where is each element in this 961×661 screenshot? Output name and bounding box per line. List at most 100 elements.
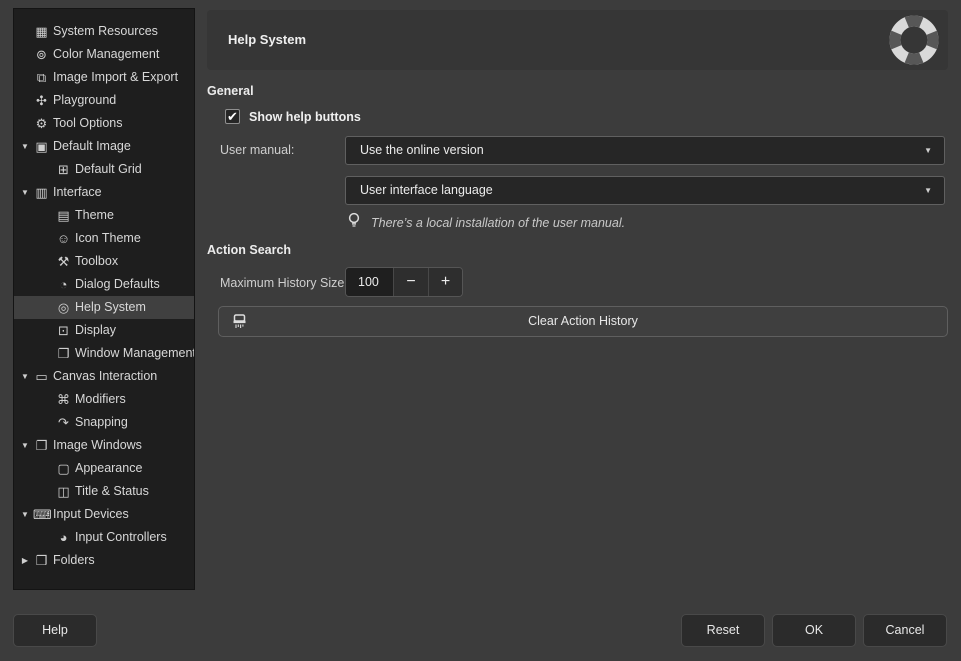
- expander-expanded-icon[interactable]: ▼: [17, 135, 33, 158]
- max-history-size-input[interactable]: 100: [346, 268, 393, 296]
- sidebar-item-label: Folders: [53, 549, 95, 572]
- sidebar-item-canvas-interaction[interactable]: ▼▭Canvas Interaction: [14, 365, 194, 388]
- sidebar-item-window-management[interactable]: ❐Window Management: [14, 342, 194, 365]
- manual-tip-text: There’s a local installation of the user…: [371, 216, 625, 230]
- shredder-icon: [231, 313, 248, 342]
- expander-expanded-icon[interactable]: ▼: [17, 181, 33, 204]
- sidebar-item-label: Color Management: [53, 43, 159, 66]
- sidebar-item-toolbox[interactable]: ⚒Toolbox: [14, 250, 194, 273]
- show-help-buttons-label: Show help buttons: [249, 110, 361, 124]
- sidebar-item-display[interactable]: ⊡Display: [14, 319, 194, 342]
- sidebar-item-label: Image Import & Export: [53, 66, 178, 89]
- sidebar-item-label: Window Management: [75, 342, 195, 365]
- page-title: Help System: [228, 32, 306, 47]
- default-grid-icon: ⊞: [55, 158, 72, 181]
- sidebar-item-dialog-defaults[interactable]: ◔Dialog Defaults: [14, 273, 194, 296]
- expander-collapsed-icon[interactable]: ▶: [17, 549, 33, 572]
- sidebar-item-appearance[interactable]: ▢Appearance: [14, 457, 194, 480]
- ok-button[interactable]: OK: [772, 614, 856, 647]
- system-resources-icon: ▦: [33, 20, 50, 43]
- show-help-buttons-row: ✔ Show help buttons: [225, 109, 361, 124]
- action-search-section-heading: Action Search: [207, 243, 291, 257]
- general-section-heading: General: [207, 84, 254, 98]
- sidebar-item-default-image[interactable]: ▼▣Default Image: [14, 135, 194, 158]
- expander-expanded-icon[interactable]: ▼: [17, 365, 33, 388]
- clear-action-history-button[interactable]: Clear Action History: [218, 306, 948, 337]
- sidebar-item-color-management[interactable]: ⊚Color Management: [14, 43, 194, 66]
- reset-button[interactable]: Reset: [681, 614, 765, 647]
- folders-icon: ❒: [33, 549, 50, 572]
- sidebar-item-folders[interactable]: ▶❒Folders: [14, 549, 194, 572]
- title-status-icon: ◫: [55, 480, 72, 503]
- sidebar-item-label: Icon Theme: [75, 227, 141, 250]
- sidebar-item-image-windows[interactable]: ▼❐Image Windows: [14, 434, 194, 457]
- sidebar-item-label: Display: [75, 319, 116, 342]
- interface-icon: ▥: [33, 181, 50, 204]
- window-management-icon: ❐: [55, 342, 72, 365]
- sidebar-item-label: Snapping: [75, 411, 128, 434]
- sidebar-item-label: Canvas Interaction: [53, 365, 157, 388]
- input-controllers-icon: ◕: [55, 526, 72, 549]
- image-windows-icon: ❐: [33, 434, 50, 457]
- manual-language-value: User interface language: [360, 183, 493, 197]
- checkmark-icon: ✔: [227, 109, 238, 124]
- sidebar-item-label: System Resources: [53, 20, 158, 43]
- sidebar-item-input-devices[interactable]: ▼⌨Input Devices: [14, 503, 194, 526]
- increment-button[interactable]: +: [428, 268, 462, 296]
- sidebar-item-label: Theme: [75, 204, 114, 227]
- sidebar-item-label: Input Controllers: [75, 526, 167, 549]
- cancel-button[interactable]: Cancel: [863, 614, 947, 647]
- clear-action-history-label: Clear Action History: [528, 314, 638, 328]
- default-image-icon: ▣: [33, 135, 50, 158]
- sidebar-item-playground[interactable]: ✣Playground: [14, 89, 194, 112]
- display-icon: ⊡: [55, 319, 72, 342]
- sidebar-item-input-controllers[interactable]: ◕Input Controllers: [14, 526, 194, 549]
- sidebar-item-theme[interactable]: ▤Theme: [14, 204, 194, 227]
- tool-options-icon: ⚙: [33, 112, 50, 135]
- sidebar-item-label: Default Image: [53, 135, 131, 158]
- user-manual-dropdown[interactable]: Use the online version ▼: [345, 136, 945, 165]
- sidebar-item-label: Toolbox: [75, 250, 118, 273]
- icon-theme-icon: ☺: [55, 227, 72, 250]
- max-history-size-stepper: 100 − +: [345, 267, 463, 297]
- expander-expanded-icon[interactable]: ▼: [17, 503, 33, 526]
- sidebar-item-modifiers[interactable]: ⌘Modifiers: [14, 388, 194, 411]
- sidebar-item-label: Modifiers: [75, 388, 126, 411]
- sidebar-item-label: Help System: [75, 296, 146, 319]
- theme-icon: ▤: [55, 204, 72, 227]
- sidebar-item-snapping[interactable]: ↷Snapping: [14, 411, 194, 434]
- show-help-buttons-checkbox[interactable]: ✔: [225, 109, 240, 124]
- sidebar-item-label: Image Windows: [53, 434, 142, 457]
- help-system-icon: ◎: [55, 296, 72, 319]
- expander-expanded-icon[interactable]: ▼: [17, 434, 33, 457]
- canvas-interaction-icon: ▭: [33, 365, 50, 388]
- toolbox-icon: ⚒: [55, 250, 72, 273]
- image-import-export-icon: ⧉: [33, 66, 50, 89]
- lightbulb-icon: [347, 212, 361, 234]
- chevron-down-icon: ▼: [924, 137, 932, 164]
- sidebar-item-interface[interactable]: ▼▥Interface: [14, 181, 194, 204]
- life-buoy-icon: [888, 14, 940, 71]
- sidebar-item-default-grid[interactable]: ⊞Default Grid: [14, 158, 194, 181]
- sidebar-item-system-resources[interactable]: ▦System Resources: [14, 20, 194, 43]
- preferences-dialog: { "header": { "title": "Help System", "i…: [0, 0, 961, 661]
- modifiers-icon: ⌘: [55, 388, 72, 411]
- manual-language-dropdown[interactable]: User interface language ▼: [345, 176, 945, 205]
- sidebar-item-image-import-export[interactable]: ⧉Image Import & Export: [14, 66, 194, 89]
- sidebar-item-label: Dialog Defaults: [75, 273, 160, 296]
- preferences-category-list: ▦System Resources⊚Color Management⧉Image…: [13, 8, 195, 590]
- max-history-size-label: Maximum History Size:: [220, 276, 348, 290]
- color-management-icon: ⊚: [33, 43, 50, 66]
- sidebar-item-title-status[interactable]: ◫Title & Status: [14, 480, 194, 503]
- sidebar-item-label: Appearance: [75, 457, 142, 480]
- sidebar-item-help-system[interactable]: ◎Help System: [14, 296, 194, 319]
- help-button[interactable]: Help: [13, 614, 97, 647]
- dialog-defaults-icon: ◔: [55, 273, 72, 296]
- user-manual-label: User manual:: [220, 143, 294, 157]
- chevron-down-icon: ▼: [924, 177, 932, 204]
- sidebar-item-tool-options[interactable]: ⚙Tool Options: [14, 112, 194, 135]
- manual-tip-row: There’s a local installation of the user…: [347, 212, 625, 234]
- decrement-button[interactable]: −: [393, 268, 428, 296]
- appearance-icon: ▢: [55, 457, 72, 480]
- sidebar-item-icon-theme[interactable]: ☺Icon Theme: [14, 227, 194, 250]
